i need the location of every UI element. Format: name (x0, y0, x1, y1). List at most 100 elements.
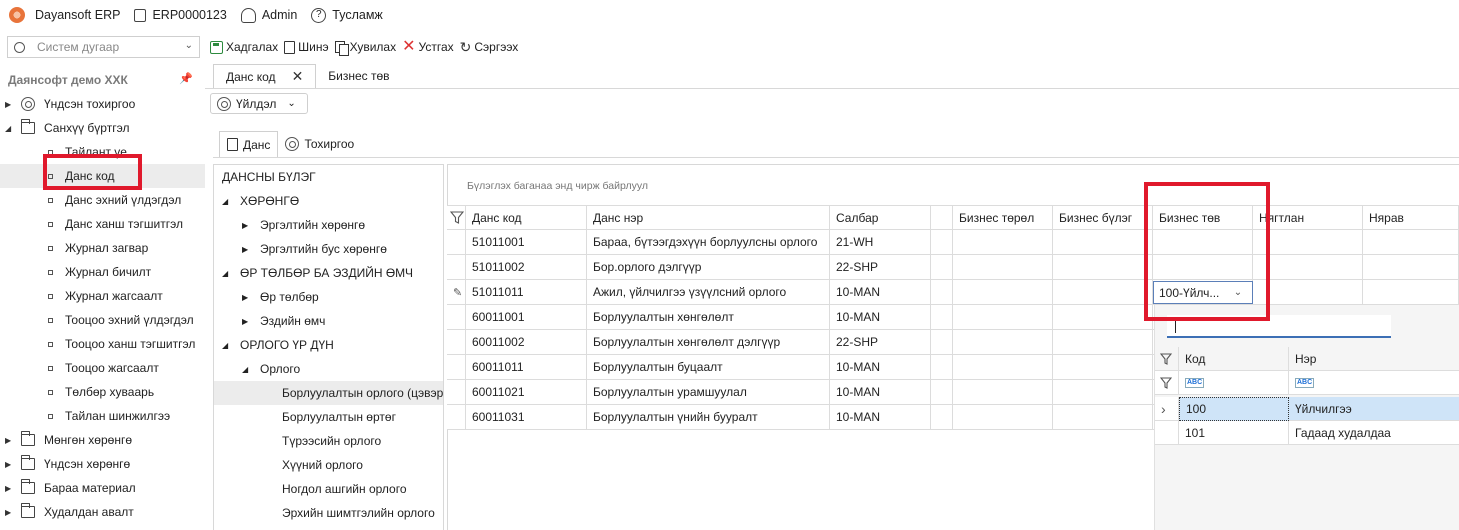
expand-arrow-icon[interactable]: ▶ (5, 460, 15, 469)
pin-icon[interactable]: 📌 (179, 72, 193, 85)
grid-cell[interactable] (931, 305, 953, 330)
grid-cell[interactable]: Борлуулалтын хөнгөлөлт дэлгүүр (587, 330, 830, 355)
col-spacer-header[interactable] (931, 205, 953, 230)
sidebar-item[interactable]: ▶ Үндсэн тохиргоо (0, 92, 205, 116)
lookup-col-code[interactable]: Код (1179, 347, 1289, 371)
lookup-row[interactable]: › 100 Үйлчилгээ (1155, 397, 1459, 421)
grid-cell[interactable] (931, 380, 953, 405)
grid-cell[interactable]: Борлуулалтын хөнгөлөлт (587, 305, 830, 330)
tree-node[interactable]: Эрхийн шимтгэлийн орлого (214, 501, 443, 525)
grid-cell[interactable] (931, 280, 953, 305)
grid-cell[interactable] (931, 330, 953, 355)
grid-cell[interactable] (953, 405, 1053, 430)
grid-cell[interactable] (1053, 355, 1153, 380)
grid-cell[interactable]: 22-SHP (830, 255, 931, 280)
expand-arrow-icon[interactable]: ▶ (5, 100, 15, 109)
tab-tokhirgoo[interactable]: Тохиргоо (278, 131, 361, 157)
collapse-arrow-icon[interactable]: ◢ (222, 197, 240, 206)
grid-cell[interactable]: Борлуулалтын үнийн бууралт (587, 405, 830, 430)
sidebar-item[interactable]: Журнал жагсаалт (0, 284, 205, 308)
tree-node[interactable]: ▶ Эздийн өмч (214, 309, 443, 333)
tree-node[interactable]: ◢ ХӨРӨНГӨ (214, 189, 443, 213)
col-account-code-header[interactable]: Данс код (466, 205, 587, 230)
user-menu[interactable]: Admin (240, 7, 297, 23)
grid-cell[interactable] (931, 255, 953, 280)
sidebar-item[interactable]: Данс эхний үлдэгдэл (0, 188, 205, 212)
filter-icon[interactable] (1155, 347, 1179, 371)
refresh-button[interactable]: ↻ Сэргээх (460, 40, 519, 54)
expand-arrow-icon[interactable]: ▶ (242, 317, 260, 326)
expand-arrow-icon[interactable]: ▶ (242, 245, 260, 254)
grid-cell[interactable]: 10-MAN (830, 305, 931, 330)
grid-cell[interactable]: 10-MAN (830, 280, 931, 305)
grid-cell[interactable] (953, 380, 1053, 405)
grid-cell[interactable]: 51011002 (466, 255, 587, 280)
tree-node[interactable]: ▶ Эргэлтийн хөрөнгө (214, 213, 443, 237)
grid-cell[interactable] (1053, 330, 1153, 355)
actions-dropdown-button[interactable]: Үйлдэл ⌄ (210, 93, 308, 114)
grid-cell[interactable] (1053, 305, 1153, 330)
sidebar-item[interactable]: Төлбөр хуваарь (0, 380, 205, 404)
grid-cell[interactable] (953, 255, 1053, 280)
expand-arrow-icon[interactable]: ▶ (242, 293, 260, 302)
col-account-name-header[interactable]: Данс нэр (587, 205, 830, 230)
grid-cell[interactable]: 10-MAN (830, 380, 931, 405)
tree-node[interactable]: ◢ ӨР ТӨЛБӨР БА ЭЗДИЙН ӨМЧ (214, 261, 443, 285)
sidebar-item[interactable]: ▶ Үндсэн хөрөнгө (0, 452, 205, 476)
grid-cell[interactable]: 60011011 (466, 355, 587, 380)
filter-icon[interactable] (1155, 371, 1179, 395)
grid-cell[interactable]: 51011011 (466, 280, 587, 305)
tree-node[interactable]: ▶ Өр төлбөр (214, 285, 443, 309)
sidebar-item[interactable]: Тооцоо ханш тэгшитгэл (0, 332, 205, 356)
collapse-arrow-icon[interactable]: ◢ (222, 341, 240, 350)
sidebar-item[interactable]: Журнал загвар (0, 236, 205, 260)
grid-cell[interactable]: 10-MAN (830, 405, 931, 430)
lookup-col-name[interactable]: Нэр (1289, 347, 1459, 371)
col-storekeeper-header[interactable]: Нярав (1363, 205, 1459, 230)
grid-cell[interactable] (953, 280, 1053, 305)
grid-cell[interactable]: Борлуулалтын урамшуулал (587, 380, 830, 405)
grid-cell[interactable]: 60011021 (466, 380, 587, 405)
grid-cell[interactable]: 60011031 (466, 405, 587, 430)
sidebar-item[interactable]: ▶ Бараа материал (0, 476, 205, 500)
system-number-search[interactable]: Систем дугаар ⌄ (7, 36, 200, 58)
expand-arrow-icon[interactable]: ▶ (5, 436, 15, 445)
sidebar-item[interactable]: ▶ Худалдан авалт (0, 500, 205, 524)
tab-biznes-tov[interactable]: Бизнес төв (316, 64, 401, 88)
grid-cell[interactable] (1363, 280, 1459, 305)
tree-node[interactable]: Түрээсийн орлого (214, 429, 443, 453)
tree-node[interactable]: Борлуулалтын өртөг (214, 405, 443, 429)
tree-node[interactable]: ДАНСНЫ БҮЛЭГ (214, 165, 443, 189)
grid-cell[interactable]: 60011001 (466, 305, 587, 330)
collapse-arrow-icon[interactable]: ◢ (5, 124, 15, 133)
name-filter-cell[interactable]: ABC (1289, 371, 1459, 395)
help-link[interactable]: ? Тусламж (311, 7, 383, 23)
sidebar-item[interactable]: ◢ Санхүү бүртгэл (0, 116, 205, 140)
chevron-down-icon[interactable]: ⌄ (185, 40, 193, 51)
grid-cell[interactable] (931, 230, 953, 255)
collapse-arrow-icon[interactable]: ◢ (222, 269, 240, 278)
grid-cell[interactable] (953, 230, 1053, 255)
lookup-row[interactable]: 101 Гадаад худалдаа (1155, 421, 1459, 445)
delete-button[interactable]: ✕ Устгах (402, 39, 454, 55)
expand-arrow-icon[interactable]: ▶ (5, 484, 15, 493)
grid-cell[interactable]: 10-MAN (830, 355, 931, 380)
sidebar-item[interactable]: Данс ханш тэгшитгэл (0, 212, 205, 236)
grid-cell[interactable] (1363, 230, 1459, 255)
copy-button[interactable]: Хувилах (334, 40, 396, 56)
grid-cell[interactable]: Ажил, үйлчилгээ үзүүлсний орлого (587, 280, 830, 305)
tree-node[interactable]: Ногдол ашгийн орлого (214, 477, 443, 501)
expand-arrow-icon[interactable]: ▶ (5, 508, 15, 517)
tab-dans-kod[interactable]: Данс код ✕ (213, 64, 317, 88)
grid-cell[interactable] (1053, 230, 1153, 255)
code-filter-cell[interactable]: ABC (1179, 371, 1289, 395)
grid-cell[interactable] (1053, 405, 1153, 430)
grid-cell[interactable]: 22-SHP (830, 330, 931, 355)
grid-cell[interactable]: 51011001 (466, 230, 587, 255)
grid-cell[interactable] (1053, 255, 1153, 280)
new-button[interactable]: Шинэ (284, 40, 329, 54)
grid-cell[interactable] (931, 355, 953, 380)
sidebar-item[interactable]: Журнал бичилт (0, 260, 205, 284)
grid-cell[interactable] (1363, 255, 1459, 280)
tree-node[interactable]: Борлуулалтын орлого (цэвэр) (214, 381, 443, 405)
